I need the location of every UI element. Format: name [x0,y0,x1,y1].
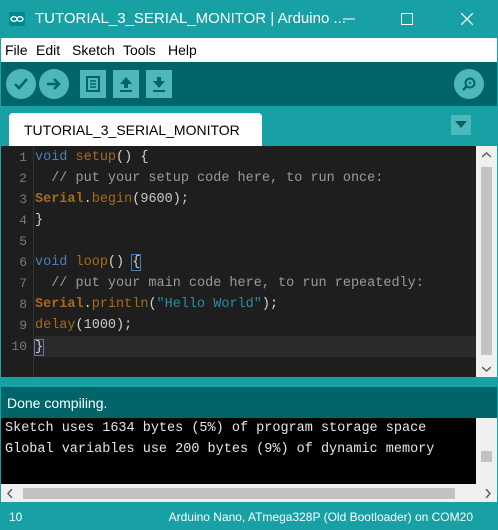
board-port-info: Arduino Nano, ATmega328P (Old Bootloader… [168,510,473,524]
check-icon [14,78,28,90]
code-line: } [35,213,44,228]
line-number: 1 [19,150,27,165]
line-number: 5 [19,234,27,249]
verify-button[interactable] [6,69,36,99]
code-token: } [33,339,45,357]
line-number: 4 [19,213,27,228]
console-line: Sketch uses 1634 bytes (5%) of program s… [5,421,427,436]
arrow-down-icon [153,77,165,92]
upload-button[interactable] [39,69,69,99]
scroll-right-icon[interactable] [485,489,491,498]
menu-help[interactable]: Help [168,42,197,58]
line-number: 3 [19,192,27,207]
new-file-icon [86,76,100,92]
line-number: 10 [11,339,27,354]
new-button[interactable] [80,70,106,98]
tab-menu-button[interactable] [451,115,471,135]
maximize-button[interactable] [384,0,430,38]
menu-file[interactable]: File [5,42,28,58]
code-token: 9600 [140,192,173,207]
code-token: 1000 [83,318,117,333]
code-token: { [131,254,142,271]
code-token: "Hello World" [156,297,262,312]
line-number: 7 [19,276,27,291]
chevron-down-icon [455,121,467,128]
console-horizontal-scrollbar[interactable] [1,484,497,502]
scroll-down-icon[interactable] [476,360,497,377]
line-number: 8 [19,297,27,312]
status-panel: Done compiling. [1,387,497,418]
toolbar [1,62,497,106]
tab-sketch[interactable]: TUTORIAL_3_SERIAL_MONITOR [9,113,262,146]
console-vertical-scrollbar[interactable] [476,418,497,484]
code-comment: // put your main code here, to run repea… [35,276,424,291]
title-bar: TUTORIAL_3_SERIAL_MONITOR | Arduino ... [0,0,498,38]
code-token: loop [75,255,108,270]
save-button[interactable] [146,70,172,98]
code-line: // put your setup code here, to run once… [35,171,383,186]
code-comment: // put your setup code here, to run once… [35,171,384,186]
code-line: // put your main code here, to run repea… [35,276,424,291]
code-line: Serial.println("Hello World"); [35,297,279,312]
line-number-gutter: 1 2 3 4 5 6 7 8 9 10 [1,146,34,377]
menu-tools[interactable]: Tools [123,42,156,58]
line-number: 2 [19,171,27,186]
code-token: begin [91,192,133,207]
arrow-up-icon [120,77,132,92]
close-button[interactable] [444,0,490,38]
scrollbar-thumb[interactable] [481,167,492,355]
code-line: Serial.begin(9600); [35,192,189,207]
code-token: void [35,255,68,270]
magnifier-icon [462,77,476,91]
code-line: delay(1000); [35,318,133,333]
output-console[interactable]: Sketch uses 1634 bytes (5%) of program s… [1,418,497,484]
minimize-button[interactable] [326,0,372,38]
tab-bar: TUTORIAL_3_SERIAL_MONITOR [1,106,497,146]
code-token: void [35,150,68,165]
status-message: Done compiling. [7,395,108,411]
code-token: println [91,297,149,312]
menu-edit[interactable]: Edit [36,42,60,58]
console-line: Global variables use 200 bytes (9%) of d… [5,442,435,457]
current-line-highlight [35,336,476,357]
line-indicator: 10 [9,510,23,524]
code-token: Serial [35,192,84,207]
scrollbar-thumb[interactable] [481,451,492,462]
editor-vertical-scrollbar[interactable] [476,146,497,377]
code-line: } [33,339,45,357]
code-line: void setup() { [35,150,149,165]
scroll-left-icon[interactable] [7,489,13,498]
open-button[interactable] [113,70,139,98]
code-line: void loop() { [35,254,142,271]
panel-divider[interactable] [1,377,497,387]
code-token: Serial [35,297,84,312]
text-caret [43,339,45,354]
code-editor[interactable]: 1 2 3 4 5 6 7 8 9 10 void setup() { // p… [1,146,497,377]
menu-bar: File Edit Sketch Tools Help [0,38,498,62]
line-number: 6 [19,255,27,270]
scrollbar-thumb[interactable] [23,488,455,499]
window-title: TUTORIAL_3_SERIAL_MONITOR | Arduino ... [35,10,346,27]
code-token: setup [75,150,117,165]
arduino-infinity-icon [9,12,25,26]
tab-label: TUTORIAL_3_SERIAL_MONITOR [24,122,240,138]
code-token: delay [35,318,76,333]
scroll-up-icon[interactable] [476,146,497,163]
serial-monitor-button[interactable] [454,69,484,99]
footer-status-bar: 10 Arduino Nano, ATmega328P (Old Bootloa… [1,505,497,529]
arrow-right-icon [47,78,61,90]
menu-sketch[interactable]: Sketch [72,42,115,58]
line-number: 9 [19,318,27,333]
